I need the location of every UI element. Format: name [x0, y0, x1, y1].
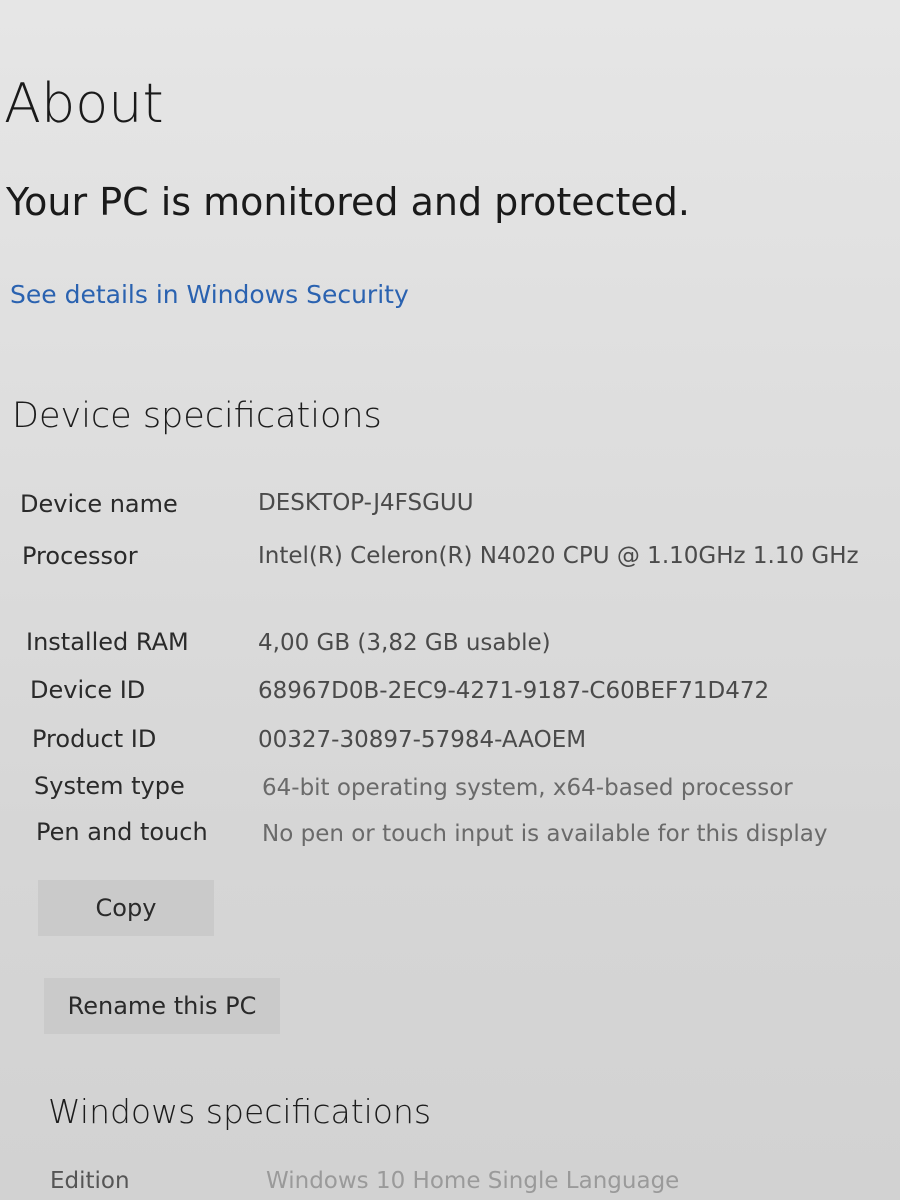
spec-value-product-id: 00327-30897-57984-AAOEM: [258, 727, 587, 753]
windows-security-link[interactable]: See details in Windows Security: [10, 280, 409, 309]
rename-pc-button[interactable]: Rename this PC: [44, 978, 280, 1034]
spec-label-product-id: Product ID: [32, 725, 157, 753]
spec-label-processor: Processor: [22, 542, 138, 570]
protection-status: Your PC is monitored and protected.: [6, 180, 690, 224]
spec-label-system-type: System type: [34, 772, 185, 800]
page-title: About: [4, 72, 164, 135]
device-specifications-heading: Device specifications: [12, 396, 382, 436]
spec-label-device-id: Device ID: [30, 676, 146, 704]
spec-value-system-type: 64-bit operating system, x64-based proce…: [262, 775, 793, 801]
copy-button[interactable]: Copy: [38, 880, 214, 936]
spec-label-device-name: Device name: [20, 490, 178, 518]
spec-value-pen-and-touch: No pen or touch input is available for t…: [262, 821, 828, 847]
spec-value-device-id: 68967D0B-2EC9-4271-9187-C60BEF71D472: [258, 678, 770, 704]
spec-label-pen-and-touch: Pen and touch: [36, 818, 208, 846]
about-settings-page: About Your PC is monitored and protected…: [0, 0, 900, 1200]
spec-label-installed-ram: Installed RAM: [26, 628, 189, 656]
spec-label-edition: Edition: [50, 1168, 130, 1194]
windows-specifications-heading: Windows specifications: [48, 1092, 432, 1131]
spec-value-installed-ram: 4,00 GB (3,82 GB usable): [258, 630, 551, 656]
spec-value-edition: Windows 10 Home Single Language: [266, 1168, 680, 1194]
spec-value-processor: Intel(R) Celeron(R) N4020 CPU @ 1.10GHz …: [258, 543, 859, 569]
spec-value-device-name: DESKTOP-J4FSGUU: [258, 490, 474, 516]
